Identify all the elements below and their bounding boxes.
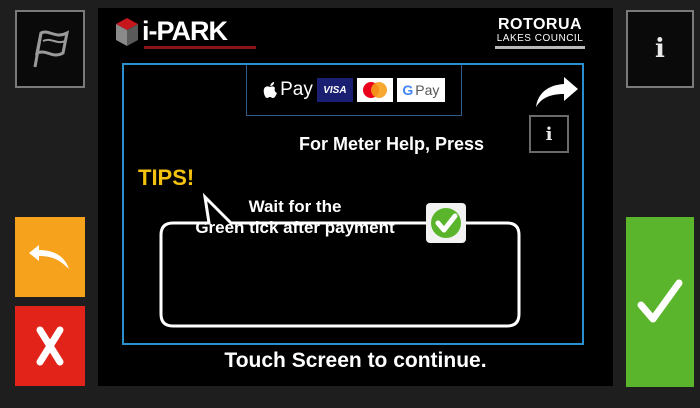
- cube-icon: [116, 18, 138, 46]
- back-arrow-icon: [29, 245, 69, 269]
- tip-line-2: Green tick after payment: [195, 218, 395, 237]
- cancel-button[interactable]: [15, 306, 85, 386]
- council-subtitle: LAKES COUNCIL: [496, 33, 584, 44]
- confirm-button[interactable]: [626, 217, 694, 387]
- apple-pay-text: Pay: [280, 79, 313, 100]
- council-name: ROTORUA: [497, 16, 583, 33]
- payment-methods: Pay VISA G Pay: [246, 65, 462, 116]
- info-icon: i: [545, 123, 553, 145]
- meter-help-text: For Meter Help, Press: [299, 134, 485, 154]
- google-pay-text: Pay: [415, 82, 440, 98]
- meter-screen[interactable]: i-PARK ROTORUA LAKES COUNCIL Pay VISA G …: [98, 8, 613, 386]
- tip-message: Wait for the Green tick after payment: [160, 196, 430, 238]
- check-icon: [637, 279, 683, 323]
- google-pay-logo: G Pay: [396, 78, 445, 102]
- info-icon: i: [655, 34, 665, 64]
- ipark-logo: i-PARK: [112, 14, 262, 60]
- google-g-icon: G: [402, 82, 414, 98]
- apple-icon: [263, 81, 278, 98]
- flag-icon: [33, 30, 70, 68]
- logo-text: i-PARK: [142, 16, 228, 46]
- visa-logo: VISA: [316, 78, 353, 102]
- tips-label: TIPS!: [138, 165, 195, 190]
- right-arrow-icon: [536, 77, 578, 107]
- info-button[interactable]: i: [626, 10, 694, 88]
- meter-help-button[interactable]: i: [529, 115, 569, 153]
- council-logo: ROTORUA LAKES COUNCIL: [495, 16, 585, 49]
- cross-icon: [36, 326, 64, 366]
- mastercard-icon: [362, 82, 387, 98]
- back-button[interactable]: [15, 217, 85, 297]
- tip-line-1: Wait for the: [248, 197, 342, 216]
- apple-pay-logo: Pay: [263, 79, 313, 101]
- touch-to-continue-text: Touch Screen to continue.: [224, 349, 487, 372]
- council-underline: [495, 46, 585, 49]
- mastercard-logo: [356, 78, 393, 102]
- language-flag-button[interactable]: [15, 10, 85, 88]
- logo-underline: [144, 46, 256, 49]
- green-tick-icon: [426, 203, 466, 243]
